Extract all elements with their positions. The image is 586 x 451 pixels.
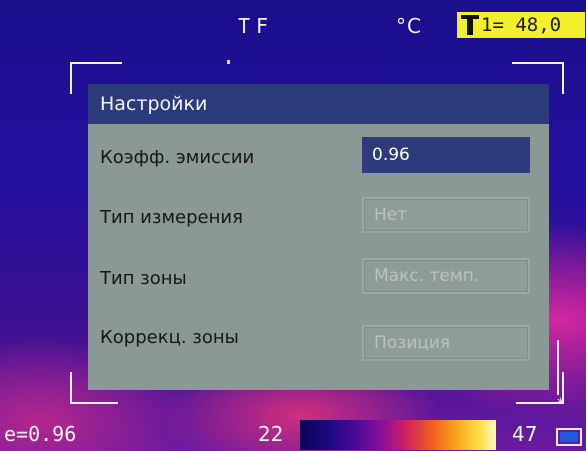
emissivity-readout: e=0.96 <box>4 422 77 446</box>
battery-icon <box>556 428 582 446</box>
setting-label: Коэфф. эмиссии <box>100 147 255 168</box>
color-palette-bar <box>300 420 496 450</box>
center-marker <box>227 60 230 64</box>
zone-correction-value[interactable]: Позиция <box>362 325 530 361</box>
settings-title: Настройки <box>88 84 549 124</box>
zone-type-value[interactable]: Макс. темп. <box>362 258 530 294</box>
bottom-bar: e=0.96 22 47 <box>0 420 586 451</box>
settings-panel: Настройки Коэфф. эмиссии 0.96 Тип измере… <box>88 84 549 390</box>
emissivity-value[interactable]: 0.96 <box>362 137 530 173</box>
setting-row-measure-type[interactable]: Тип измерения Нет <box>88 197 549 237</box>
unit-indicator: °C <box>396 14 422 38</box>
setting-label: Тип измерения <box>100 207 243 228</box>
setting-label: Тип зоны <box>100 268 187 289</box>
setting-row-zone-type[interactable]: Тип зоны Макс. темп. <box>88 258 549 298</box>
scale-min: 22 <box>258 422 284 446</box>
measure-type-value[interactable]: Нет <box>362 197 530 233</box>
asterisk-marker: * <box>557 396 564 412</box>
status-bar: TF °C 1= 48,0 <box>0 0 586 40</box>
setting-row-emissivity[interactable]: Коэфф. эмиссии 0.96 <box>88 137 549 177</box>
frame-edge-marker <box>557 340 559 395</box>
spot-temperature-value: 1= 48,0 <box>481 14 562 36</box>
scale-max: 47 <box>512 422 538 446</box>
thermometer-icon <box>461 15 479 35</box>
spot-temperature-box: 1= 48,0 <box>457 12 585 38</box>
mode-indicator: TF <box>238 14 275 38</box>
setting-label: Коррекц. зоны <box>100 327 239 348</box>
setting-row-zone-correction[interactable]: Коррекц. зоны Позиция <box>88 317 549 361</box>
